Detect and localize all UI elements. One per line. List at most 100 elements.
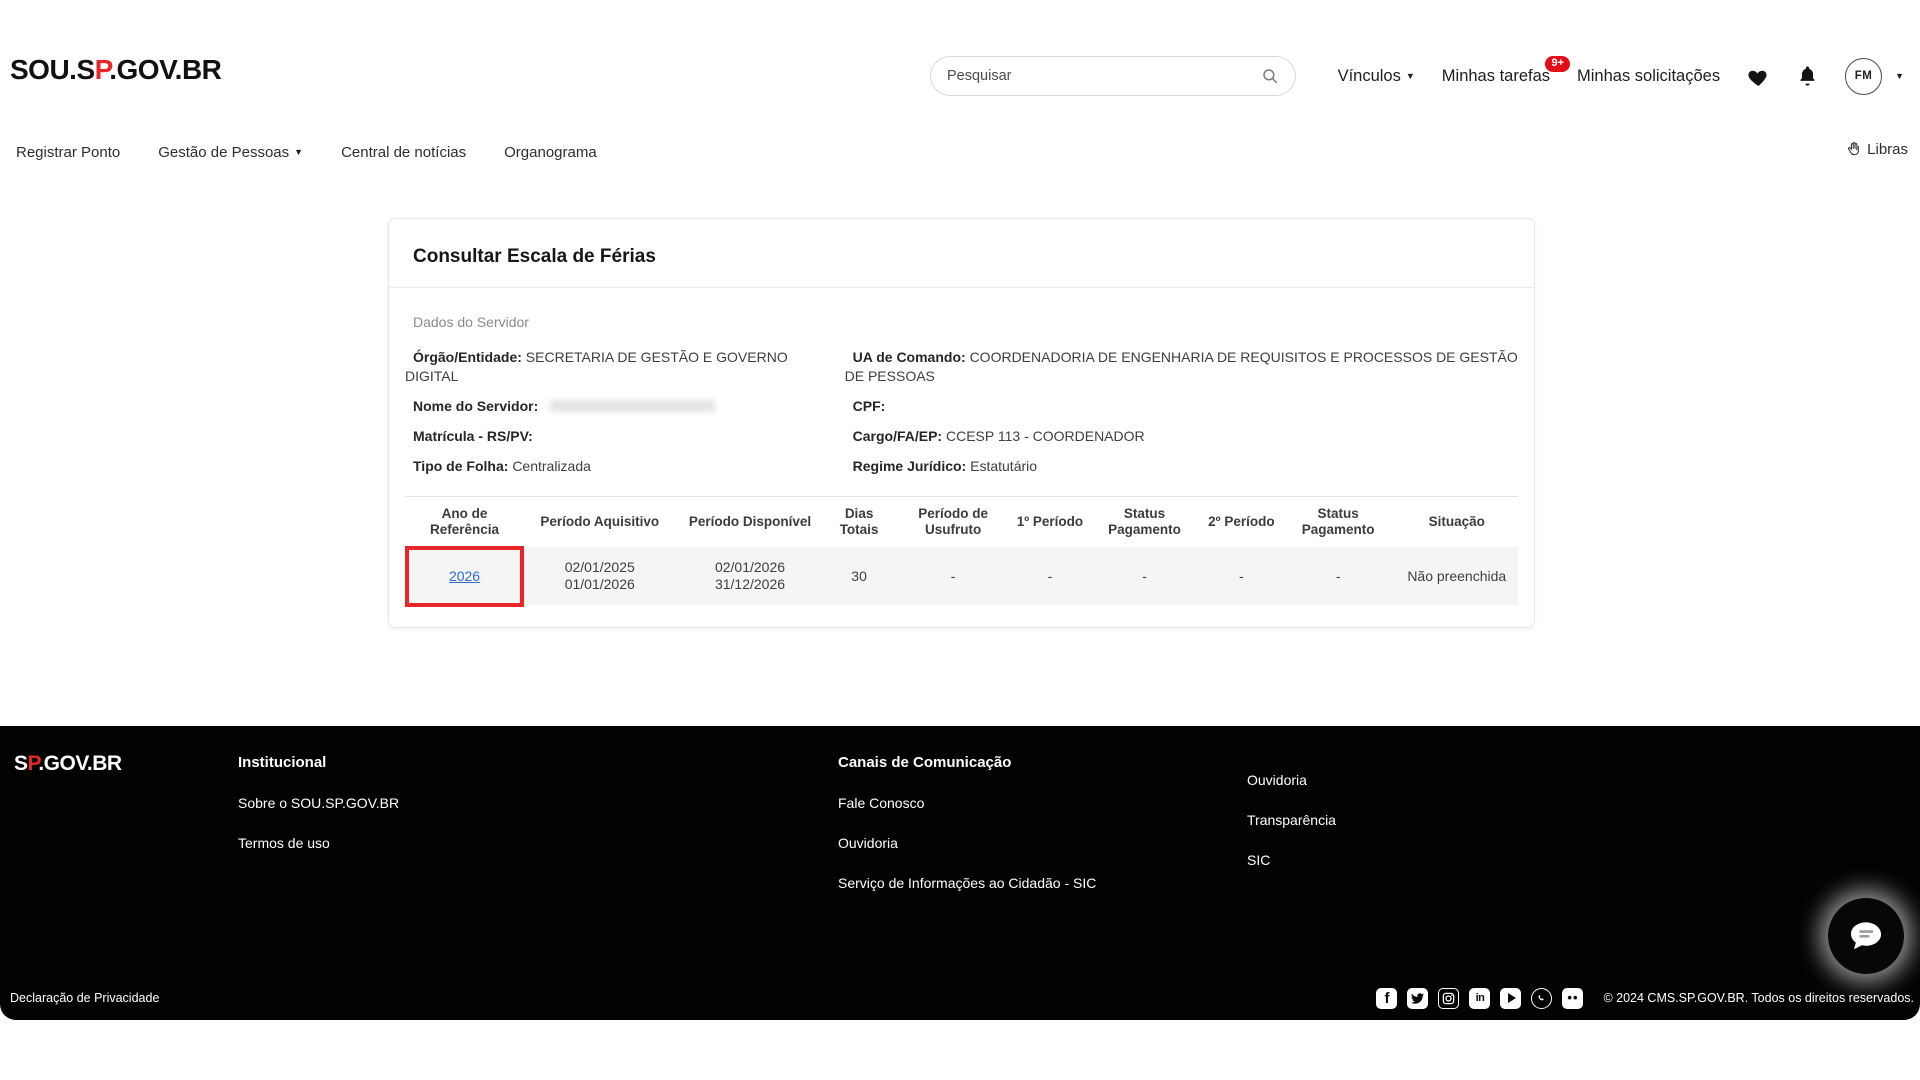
libras-label: Libras [1867, 141, 1908, 158]
footer-link-fale-conosco[interactable]: Fale Conosco [838, 795, 1096, 811]
field-label: UA de Comando [853, 349, 966, 365]
menu-minhas-tarefas[interactable]: Minhas tarefas 9+ [1442, 67, 1550, 86]
menu-minhas-solicitacoes[interactable]: Minhas solicitações [1577, 67, 1720, 86]
whatsapp-icon[interactable] [1531, 988, 1552, 1009]
field-label: Cargo/FA/EP [853, 428, 942, 444]
footer-logo-suffix: .GOV.BR [38, 752, 121, 775]
footer-link-ouvidoria-2[interactable]: Ouvidoria [1247, 772, 1336, 788]
nav-organograma[interactable]: Organograma [504, 144, 597, 161]
site-logo[interactable]: SOU.SP.GOV.BR [10, 54, 221, 86]
nav-central-de-noticias[interactable]: Central de notícias [341, 144, 466, 161]
caret-down-icon: ▼ [294, 147, 303, 157]
escala-ferias-table: Ano de Referência Período Aquisitivo Per… [405, 496, 1518, 605]
footer: SP.GOV.BR Institucional Sobre o SOU.SP.G… [0, 726, 1920, 1020]
footer-link-transparencia[interactable]: Transparência [1247, 812, 1336, 828]
search-bar[interactable] [930, 56, 1296, 96]
page-title: Consultar Escala de Férias [389, 219, 1534, 287]
menu-vinculos[interactable]: Vínculos▼ [1338, 67, 1415, 86]
menu-minhas-tarefas-label: Minhas tarefas [1442, 67, 1550, 85]
menu-vinculos-label: Vínculos [1338, 67, 1401, 85]
flickr-icon[interactable]: •• [1562, 988, 1583, 1009]
nav-gestao-de-pessoas[interactable]: Gestão de Pessoas ▼ [158, 144, 303, 161]
nav-gestao-de-pessoas-label: Gestão de Pessoas [158, 144, 289, 161]
field-orgao-entidade: Órgão/Entidade SECRETARIA DE GESTÃO E GO… [405, 348, 845, 386]
field-label: Nome do Servidor [413, 398, 538, 414]
field-row: Matrícula - RS/PV Cargo/FA/EP CCESP 113 … [405, 427, 1518, 457]
favorites-heart-icon[interactable] [1747, 66, 1770, 87]
cell-ano-referencia: 2026 [405, 547, 524, 605]
footer-link-sic-2[interactable]: SIC [1247, 852, 1336, 868]
menu-minhas-solicitacoes-label: Minhas solicitações [1577, 67, 1720, 85]
footer-col-extra: Ouvidoria Transparência SIC [1247, 772, 1336, 892]
field-cpf: CPF [845, 397, 1518, 416]
user-menu[interactable]: FM ▼ [1845, 58, 1904, 95]
youtube-icon[interactable] [1500, 988, 1521, 1009]
logo-text-sou: SOU. [10, 54, 76, 85]
col-ano-referencia: Ano de Referência [405, 497, 524, 548]
cell-status-pagamento-2: - [1281, 547, 1396, 605]
col-segundo-periodo: 2º Período [1202, 497, 1281, 548]
nav-central-de-noticias-label: Central de notícias [341, 144, 466, 161]
footer-logo-p: P [28, 752, 39, 775]
col-situacao: Situação [1395, 497, 1518, 548]
footer-col-title: Institucional [238, 754, 399, 771]
col-status-pagamento-1: Status Pagamento [1087, 497, 1202, 548]
field-value: Centralizada [512, 458, 591, 474]
logo-sp-s: S [76, 54, 94, 85]
cell-primeiro-periodo: - [1013, 547, 1088, 605]
chat-bubble-icon [1845, 915, 1887, 957]
chat-fab-button[interactable] [1828, 898, 1904, 974]
field-label: Tipo de Folha [413, 458, 508, 474]
tasks-count-badge: 9+ [1545, 56, 1570, 72]
col-primeiro-periodo: 1º Período [1013, 497, 1088, 548]
cell-situacao: Não preenchida [1395, 547, 1518, 605]
twitter-icon[interactable] [1407, 988, 1428, 1009]
date-start: 02/01/2025 [528, 559, 671, 576]
hand-libras-icon [1845, 140, 1863, 158]
date-end: 31/12/2026 [679, 576, 820, 593]
col-periodo-disponivel: Período Disponível [675, 497, 824, 548]
field-label: Órgão/Entidade [413, 349, 522, 365]
nav-registrar-ponto-label: Registrar Ponto [16, 144, 120, 161]
facebook-icon[interactable]: f [1376, 988, 1397, 1009]
linkedin-icon[interactable]: in [1469, 988, 1490, 1009]
year-2026-link[interactable]: 2026 [449, 568, 480, 584]
footer-col-institucional: Institucional Sobre o SOU.SP.GOV.BR Term… [238, 754, 399, 875]
notifications-bell-icon[interactable] [1797, 65, 1818, 87]
col-status-pagamento-2: Status Pagamento [1281, 497, 1396, 548]
col-periodo-aquisitivo: Período Aquisitivo [524, 497, 675, 548]
logo-text-govbr: .GOV.BR [109, 54, 221, 85]
cell-status-pagamento-1: - [1087, 547, 1202, 605]
footer-col-canais: Canais de Comunicação Fale Conosco Ouvid… [838, 754, 1096, 915]
consultar-escala-card: Consultar Escala de Férias Dados do Serv… [388, 218, 1535, 628]
footer-link-ouvidoria[interactable]: Ouvidoria [838, 835, 1096, 851]
field-tipo-folha: Tipo de Folha Centralizada [405, 457, 845, 476]
instagram-icon[interactable] [1438, 988, 1459, 1009]
nav-organograma-label: Organograma [504, 144, 597, 161]
main-nav: Registrar Ponto Gestão de Pessoas ▼ Centr… [0, 132, 1920, 172]
avatar[interactable]: FM [1845, 58, 1882, 95]
libras-button[interactable]: Libras [1845, 140, 1908, 158]
section-title-dados-servidor: Dados do Servidor [405, 314, 1518, 330]
date-start: 02/01/2026 [679, 559, 820, 576]
cell-dias-totais: 30 [825, 547, 894, 605]
field-row: Nome do Servidor CPF [405, 397, 1518, 427]
footer-link-sobre[interactable]: Sobre o SOU.SP.GOV.BR [238, 795, 399, 811]
cell-segundo-periodo: - [1202, 547, 1281, 605]
search-icon[interactable] [1261, 67, 1279, 85]
field-ua-comando: UA de Comando COORDENADORIA DE ENGENHARI… [845, 348, 1518, 386]
field-label: Matrícula - RS/PV [413, 428, 533, 444]
page: SOU.SP.GOV.BR Vínculos▼ Minhas tarefas 9… [0, 0, 1920, 1080]
field-label: Regime Jurídico [853, 458, 967, 474]
copyright-text: © 2024 CMS.SP.GOV.BR. Todos os direitos … [1603, 991, 1914, 1005]
caret-down-icon: ▼ [1895, 71, 1904, 81]
footer-link-termos[interactable]: Termos de uso [238, 835, 399, 851]
field-value: CCESP 113 - COORDENADOR [946, 428, 1145, 444]
nav-registrar-ponto[interactable]: Registrar Ponto [16, 144, 120, 161]
field-row: Tipo de Folha Centralizada Regime Jurídi… [405, 457, 1518, 487]
field-row: Órgão/Entidade SECRETARIA DE GESTÃO E GO… [405, 348, 1518, 397]
search-input[interactable] [947, 68, 1261, 84]
footer-link-sic[interactable]: Serviço de Informações ao Cidadão - SIC [838, 875, 1096, 891]
cell-periodo-disponivel: 02/01/2026 31/12/2026 [675, 547, 824, 605]
privacy-link[interactable]: Declaração de Privacidade [10, 991, 159, 1005]
